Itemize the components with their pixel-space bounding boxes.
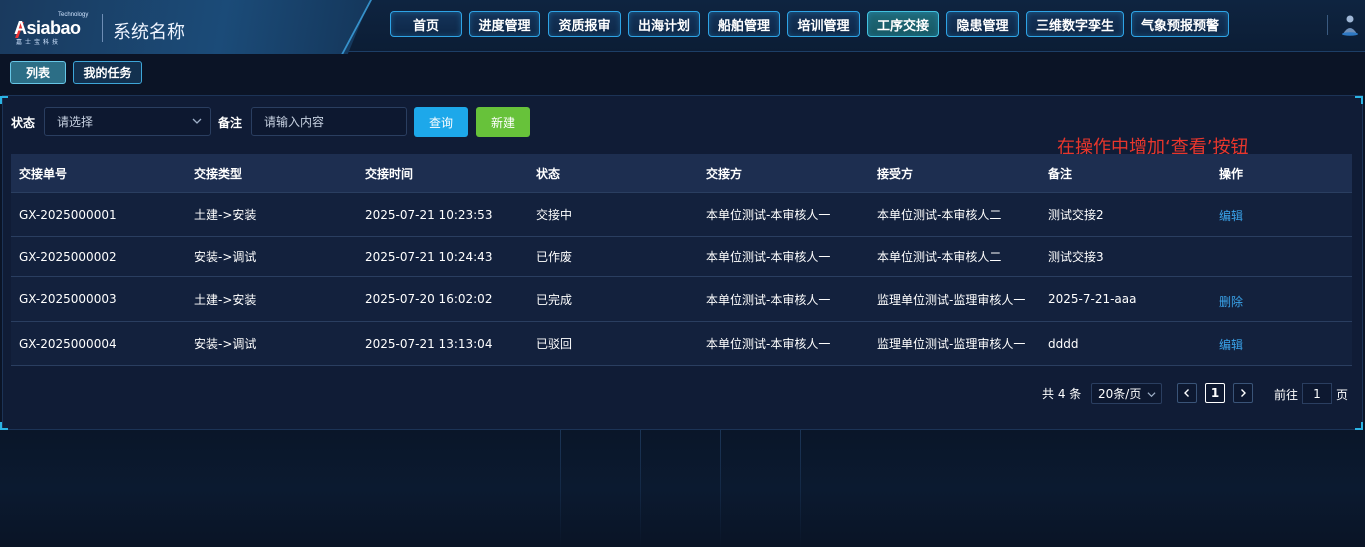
- nav-qualification[interactable]: 资质报审: [548, 11, 621, 37]
- col-header-time: 交接时间: [365, 166, 414, 181]
- chevron-down-icon: [192, 118, 202, 124]
- cell-to: 监理单位测试-监理审核人一: [877, 337, 1026, 351]
- logo-wordmark: Asiabao: [14, 18, 81, 38]
- header-separator: [1327, 15, 1328, 35]
- cell-id: GX-2025000004: [19, 336, 117, 351]
- page-number-current[interactable]: 1: [1205, 383, 1225, 403]
- corner-decoration: [0, 96, 8, 104]
- cell-time: 2025-07-20 16:02:02: [365, 292, 493, 306]
- new-button[interactable]: 新建: [476, 107, 530, 137]
- col-header-to: 接受方: [877, 166, 914, 181]
- edit-link[interactable]: 编辑: [1211, 334, 1352, 353]
- nav-progress[interactable]: 进度管理: [469, 11, 540, 37]
- cell-remark: 测试交接2: [1048, 208, 1104, 222]
- remark-input[interactable]: [251, 107, 407, 136]
- corner-decoration: [1355, 96, 1363, 104]
- table-header: 交接单号 交接类型 交接时间 状态 交接方 接受方 备注 操作: [11, 154, 1352, 193]
- logo-cn-text: 嘉士宝科技: [16, 39, 62, 46]
- nav-training[interactable]: 培训管理: [787, 11, 860, 37]
- status-label: 状态: [11, 116, 36, 130]
- top-header: Technology Asiabao 嘉士宝科技 系统名称 首页 进度管理 资质…: [0, 0, 1365, 54]
- tab-my-tasks[interactable]: 我的任务: [73, 61, 142, 84]
- nav-hazard[interactable]: 隐患管理: [946, 11, 1019, 37]
- cell-remark: 测试交接3: [1048, 250, 1104, 264]
- col-header-action: 操作: [1219, 166, 1244, 181]
- page-size-select[interactable]: 20条/页: [1091, 383, 1162, 404]
- cell-status: 已作废: [536, 250, 573, 264]
- background-floor: [0, 430, 1365, 547]
- company-logo: Technology Asiabao 嘉士宝科技: [14, 12, 96, 46]
- goto-label: 前往: [1274, 388, 1299, 402]
- user-icon[interactable]: [1340, 14, 1360, 36]
- cell-to: 本单位测试-本审核人二: [877, 250, 1002, 264]
- cell-id: GX-2025000001: [19, 207, 117, 222]
- cell-from: 本单位测试-本审核人一: [706, 208, 831, 222]
- table-row: GX-2025000004 安装->调试 2025-07-21 13:13:04…: [11, 322, 1352, 366]
- nav-home[interactable]: 首页: [390, 11, 462, 37]
- corner-decoration: [1355, 422, 1363, 430]
- cell-status: 交接中: [536, 208, 573, 222]
- cell-time: 2025-07-21 10:23:53: [365, 207, 493, 222]
- goto-page-input[interactable]: [1302, 383, 1332, 404]
- edit-link[interactable]: 编辑: [1211, 205, 1352, 224]
- nav-weather[interactable]: 气象预报预警: [1131, 11, 1229, 37]
- cell-type: 安装->调试: [194, 337, 257, 351]
- chevron-down-icon: [1147, 392, 1156, 398]
- col-header-status: 状态: [536, 166, 561, 181]
- nav-vessel[interactable]: 船舶管理: [708, 11, 780, 37]
- prev-page-button[interactable]: [1177, 383, 1197, 403]
- table-row: GX-2025000003 土建->安装 2025-07-20 16:02:02…: [11, 277, 1352, 322]
- status-select[interactable]: 请选择: [44, 107, 211, 136]
- cell-id: GX-2025000003: [19, 292, 117, 306]
- cell-remark: 2025-7-21-aaa: [1048, 292, 1137, 306]
- pagination-total: 共 4 条: [1042, 387, 1082, 401]
- query-button[interactable]: 查询: [414, 107, 468, 137]
- page-unit-label: 页: [1336, 388, 1349, 402]
- cell-type: 土建->安装: [194, 292, 257, 307]
- tab-list[interactable]: 列表: [10, 61, 66, 84]
- cell-id: GX-2025000002: [19, 249, 117, 264]
- cell-to: 本单位测试-本审核人二: [877, 208, 1002, 222]
- table-row: GX-2025000002 安装->调试 2025-07-21 10:24:43…: [11, 237, 1352, 277]
- col-header-from: 交接方: [706, 166, 743, 181]
- cell-status: 已完成: [536, 292, 573, 307]
- col-header-type: 交接类型: [194, 166, 243, 181]
- col-header-remark: 备注: [1048, 166, 1073, 181]
- delete-link[interactable]: 删除: [1211, 289, 1352, 310]
- cell-from: 本单位测试-本审核人一: [706, 337, 831, 351]
- corner-decoration: [0, 422, 8, 430]
- next-page-button[interactable]: [1233, 383, 1253, 403]
- cell-status: 已驳回: [536, 337, 573, 351]
- chevron-left-icon: [1184, 389, 1189, 397]
- system-name: 系统名称: [113, 22, 185, 43]
- nav-sea-plan[interactable]: 出海计划: [628, 11, 700, 37]
- col-header-id: 交接单号: [19, 166, 68, 181]
- nav-process-handover[interactable]: 工序交接: [867, 11, 939, 37]
- cell-type: 土建->安装: [194, 208, 257, 222]
- cell-to: 监理单位测试-监理审核人一: [877, 292, 1026, 307]
- cell-remark: dddd: [1048, 336, 1079, 351]
- cell-from: 本单位测试-本审核人一: [706, 250, 831, 264]
- handover-table: 交接单号 交接类型 交接时间 状态 交接方 接受方 备注 操作 GX-20250…: [11, 154, 1352, 366]
- chevron-right-icon: [1241, 389, 1246, 397]
- table-row: GX-2025000001 土建->安装 2025-07-21 10:23:53…: [11, 193, 1352, 237]
- status-select-value: 请选择: [57, 115, 94, 129]
- cell-time: 2025-07-21 13:13:04: [365, 336, 493, 351]
- brand-divider: [102, 14, 103, 42]
- cell-from: 本单位测试-本审核人一: [706, 292, 831, 307]
- cell-type: 安装->调试: [194, 250, 257, 264]
- page-size-value: 20条/页: [1098, 387, 1142, 401]
- remark-label: 备注: [218, 116, 243, 130]
- nav-digital-twin[interactable]: 三维数字孪生: [1026, 11, 1124, 37]
- cell-time: 2025-07-21 10:24:43: [365, 249, 493, 264]
